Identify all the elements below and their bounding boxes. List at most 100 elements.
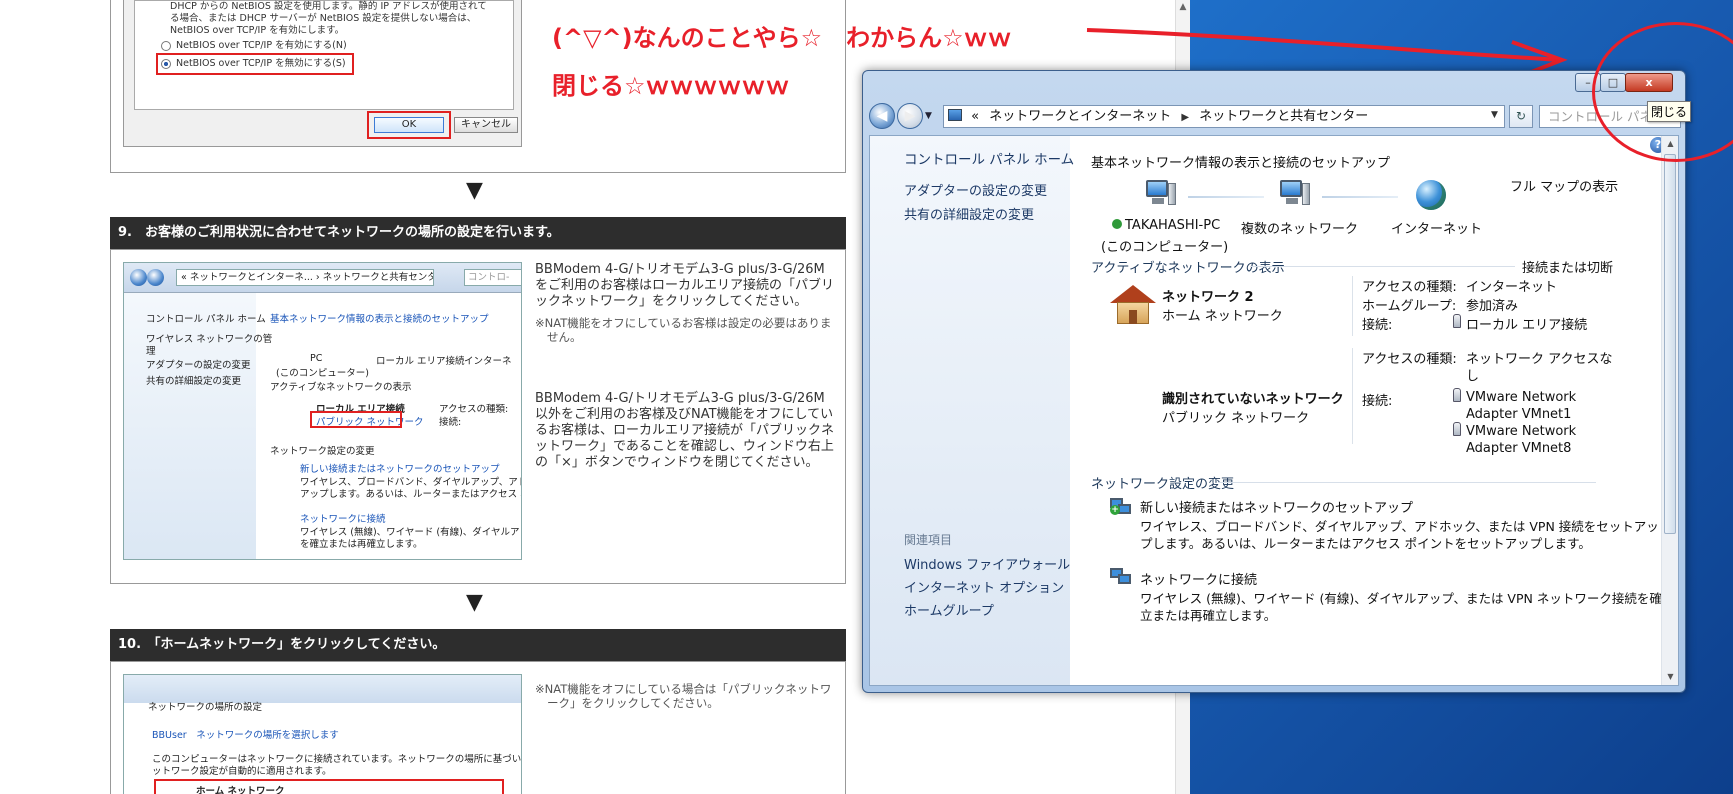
mini-left-adapter: アダプターの設定の変更 — [146, 360, 251, 371]
step9-text2-l3: るお客様は、ローカルエリア接続が「パブリックネ — [535, 423, 835, 438]
highlight-disable — [156, 53, 354, 75]
basic-info-heading: 基本ネットワーク情報の表示と接続のセットアップ — [1091, 156, 1391, 171]
step10-desc2: ットワーク設定が自動的に適用されます。 — [152, 766, 332, 777]
connect-network-link[interactable]: ネットワークに接続 — [1140, 569, 1257, 588]
mini-conn-label: 接続: — [439, 417, 462, 428]
window-client-area: コントロール パネル ホーム アダプターの設定の変更 共有の詳細設定の変更 関連… — [869, 135, 1679, 686]
vmnet1-icon — [1453, 388, 1461, 402]
left-link-control-panel-home[interactable]: コントロール パネル ホーム — [904, 148, 1074, 168]
map-link-line-1 — [1188, 196, 1264, 198]
scroll-down-icon[interactable]: ▼ — [1662, 669, 1678, 685]
mini-left-pane: コントロール パネル ホーム ワイヤレス ネットワークの管 理 アダプターの設定… — [124, 293, 272, 559]
internet-globe-icon — [1416, 180, 1446, 210]
step9-note1-l2: せん。 — [547, 330, 582, 344]
step9-thumb: « ネットワークとインターネ... › ネットワークと共有センター コントロ- … — [123, 262, 522, 560]
net2-type: パブリック ネットワーク — [1162, 411, 1310, 426]
step9-text2-l1: BBModem 4-G/トリオモデム3-G plus/3-G/26M — [535, 391, 825, 406]
left-link-firewall[interactable]: Windows ファイアウォール — [904, 554, 1070, 573]
address-bar[interactable]: « ネットワークとインターネット ▶ ネットワークと共有センター — [943, 105, 1505, 128]
step9-text2-l4: ットワーク」であることを確認し、ウィンドウ右上 — [535, 439, 834, 454]
back-button[interactable]: ◀ — [869, 103, 895, 129]
step9-text1-l3: ックネットワーク」をクリックしてください。 — [535, 294, 808, 309]
home-network-icon — [1110, 285, 1156, 325]
new-connection-link[interactable]: 新しい接続またはネットワークのセットアップ — [1140, 497, 1413, 516]
radio-enable[interactable] — [161, 41, 171, 51]
net1-divider — [1352, 276, 1353, 336]
net2-name: 識別されていないネットワーク — [1162, 392, 1344, 407]
window-caption[interactable]: – □ x — [863, 71, 1685, 99]
net1-conn-label: 接続: — [1362, 318, 1393, 333]
address-dropdown-icon[interactable]: ▼ — [1491, 110, 1498, 120]
left-related-heading: 関連項目 — [904, 533, 953, 547]
map-node-internet[interactable]: インターネット — [1391, 218, 1482, 237]
map-link-line-2 — [1322, 196, 1398, 198]
active-networks-rule — [1250, 266, 1515, 267]
step9-text2-l2: 以外をご利用のお客様及びNAT機能をオフにしてい — [535, 407, 834, 422]
mini-forward-icon — [147, 269, 164, 286]
net2-conn-vmnet1-l2[interactable]: Adapter VMnet1 — [1466, 407, 1571, 422]
dialog-desc-1: DHCP からの NetBIOS 設定を使用します。静的 IP アドレスが使用さ… — [170, 1, 487, 12]
step8-dialog-thumb: DHCP からの NetBIOS 設定を使用します。静的 IP アドレスが使用さ… — [123, 0, 522, 147]
content-scrollbar[interactable]: ▲ ▼ — [1661, 136, 1678, 685]
net1-homegroup-link[interactable]: 参加済み — [1466, 295, 1518, 314]
net2-conn-vmnet8-l2[interactable]: Adapter VMnet8 — [1466, 441, 1571, 456]
step9-text1-l2: をご利用のお客様はローカルエリア接続の「パブリ — [535, 278, 835, 293]
mini-new-conn-desc2: アップします。あるいは、ルーターまたはアクセス ポイント — [300, 489, 521, 500]
highlight-public-network — [310, 411, 402, 428]
net1-type-link[interactable]: ホーム ネットワーク — [1162, 305, 1283, 324]
address-crumb-2[interactable]: ネットワークと共有センター — [1199, 109, 1368, 124]
step10-thumb: ネットワークの場所の設定 BBUser ネットワークの場所を選択します このコン… — [123, 674, 522, 794]
left-link-homegroup[interactable]: ホームグループ — [904, 600, 994, 619]
mini-local-area: ローカル エリア接続 — [376, 356, 465, 367]
mini-connect-desc2: を確立または再確立します。 — [300, 539, 423, 550]
change-settings-rule — [1218, 482, 1596, 483]
left-task-pane: コントロール パネル ホーム アダプターの設定の変更 共有の詳細設定の変更 関連… — [870, 136, 1074, 685]
breadcrumb-separator-icon[interactable]: ▶ — [1181, 112, 1189, 123]
mini-basic-info: 基本ネットワーク情報の表示と接続のセットアップ — [270, 314, 489, 325]
left-link-adapter-settings[interactable]: アダプターの設定の変更 — [904, 180, 1047, 199]
recent-pages-dropdown-icon[interactable]: ▼ — [925, 111, 932, 121]
net2-conn-vmnet1-l1[interactable]: VMware Network — [1466, 390, 1576, 405]
annotation-line2: 閉じる☆ｗｗｗｗｗｗ — [552, 72, 790, 100]
scroll-thumb[interactable] — [1664, 154, 1676, 534]
full-map-link[interactable]: フル マップの表示 — [1510, 176, 1618, 195]
forward-button[interactable]: ▶ — [897, 103, 923, 129]
step10-title: ネットワークの場所の設定 — [148, 702, 263, 713]
left-link-internet-options[interactable]: インターネット オプション — [904, 577, 1064, 596]
arrow-down-2: ▼ — [466, 590, 483, 615]
net2-conn-vmnet8-l1[interactable]: VMware Network — [1466, 424, 1576, 439]
highlight-ok — [367, 111, 451, 139]
address-crumb-1[interactable]: ネットワークとインターネット — [989, 109, 1171, 124]
arrow-down-1: ▼ — [466, 178, 483, 203]
dialog-desc-3: NetBIOS over TCP/IP を有効にします。 — [170, 25, 345, 36]
change-settings-heading: ネットワーク設定の変更 — [1091, 477, 1235, 492]
map-node-pc[interactable]: TAKAHASHI-PC — [1112, 218, 1220, 233]
net1-conn-link[interactable]: ローカル エリア接続 — [1466, 314, 1587, 333]
mini-pc-label: PC — [310, 353, 323, 364]
cancel-button[interactable]: キャンセル — [454, 117, 518, 133]
step9-box: « ネットワークとインターネ... › ネットワークと共有センター コントロ- … — [110, 249, 846, 584]
step10-note-l1: ※NAT機能をオフにしている場合は「パブリックネットワ — [535, 682, 832, 696]
radio-enable-label: NetBIOS over TCP/IP を有効にする(N) — [176, 40, 347, 51]
map-node-multiple[interactable]: 複数のネットワーク — [1241, 218, 1358, 237]
mini-internet: インターネ — [464, 356, 512, 367]
address-root[interactable]: « — [971, 109, 979, 124]
map-node-pc-name: TAKAHASHI-PC — [1125, 218, 1221, 233]
step9-text1-l1: BBModem 4-G/トリオモデム3-G plus/3-G/26M — [535, 262, 825, 277]
mini-access-label: アクセスの種類: — [439, 404, 509, 415]
step10-box: ネットワークの場所の設定 BBUser ネットワークの場所を選択します このコン… — [110, 661, 846, 794]
net2-divider — [1352, 348, 1353, 444]
map-node-pc-sub: (このコンピューター) — [1101, 240, 1229, 255]
main-content: 基本ネットワーク情報の表示と接続のセットアップ フル マップの表示 ? TAKA… — [1070, 136, 1666, 685]
network-sharing-center-window: – □ x ◀ ▶ ▼ « ネットワークとインターネット ▶ ネットワークと共有… — [862, 70, 1686, 693]
refresh-button[interactable]: ↻ — [1509, 105, 1533, 128]
connect-disconnect-link[interactable]: 接続または切断 — [1522, 257, 1613, 276]
dialog-desc-2: る場合、または DHCP サーバーが NetBIOS 設定を提供しない場合は、 — [170, 13, 477, 24]
mini-navbar: « ネットワークとインターネ... › ネットワークと共有センター コントロ- — [124, 263, 521, 293]
mini-left-wireless-2: 理 — [146, 346, 156, 357]
connect-network-desc-2: 立または再確立します。 — [1140, 608, 1277, 623]
navigation-bar: ◀ ▶ ▼ « ネットワークとインターネット ▶ ネットワークと共有センター ▼… — [869, 101, 1681, 131]
left-link-advanced-sharing[interactable]: 共有の詳細設定の変更 — [904, 204, 1034, 223]
mini-active-head: アクティブなネットワークの表示 — [270, 382, 412, 393]
mini-left-home: コントロール パネル ホーム — [146, 314, 266, 325]
